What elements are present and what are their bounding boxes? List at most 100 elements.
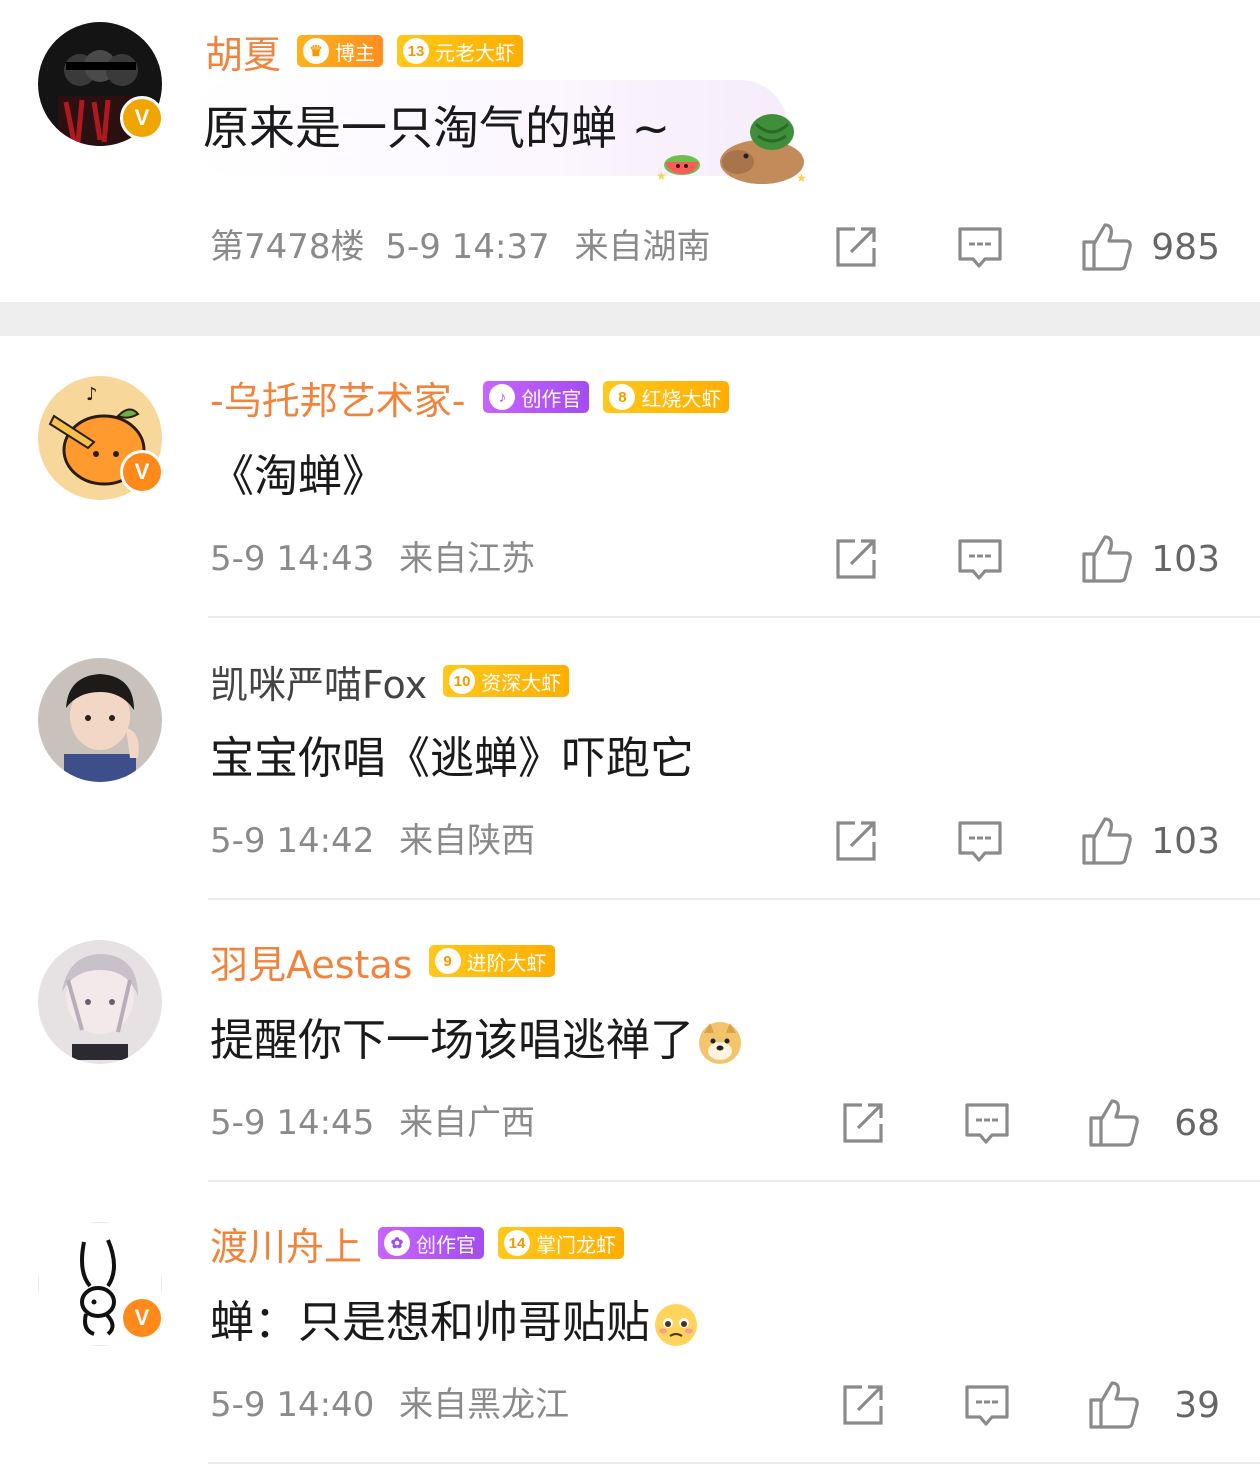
thumbs-up-icon	[1089, 1381, 1139, 1429]
reply-button[interactable]	[957, 536, 1003, 582]
forward-button[interactable]	[833, 818, 879, 864]
forward-button[interactable]	[840, 1382, 886, 1428]
like-button[interactable]: 985	[1081, 222, 1220, 272]
username-row: 胡夏 ♛ 博主 13 元老大虾	[205, 24, 524, 79]
comment-text[interactable]: 宝宝你唱《逃蝉》吓跑它	[210, 722, 694, 786]
level-badge[interactable]: 8 红烧大虾	[603, 381, 730, 413]
meta-row: 5-9 14:40 来自黑龙江 39	[210, 1380, 1220, 1430]
comment-meta: 5-9 14:43 来自江苏	[210, 534, 535, 584]
level-number: 10	[449, 668, 476, 694]
avatar[interactable]	[38, 940, 162, 1064]
forward-button[interactable]	[840, 1100, 886, 1146]
svg-text:♪: ♪	[86, 384, 98, 405]
badge-label: 进阶大虾	[466, 950, 547, 975]
crown-icon: ♛	[303, 38, 330, 64]
like-count: 985	[1151, 226, 1220, 268]
badge-label: 红烧大虾	[641, 386, 722, 411]
reply-button[interactable]	[957, 224, 1003, 270]
svg-text:★: ★	[796, 171, 807, 185]
creator-badge[interactable]: ♪ 创作官	[483, 381, 590, 413]
reply-button[interactable]	[964, 1382, 1010, 1428]
share-icon	[836, 821, 876, 861]
level-badge[interactable]: 10 资深大虾	[443, 665, 570, 697]
reply-button[interactable]	[964, 1100, 1010, 1146]
comment-icon	[958, 539, 1002, 580]
username-row: -乌托邦艺术家- ♪ 创作官 8 红烧大虾	[210, 370, 730, 425]
avatar[interactable]: ♪ V	[38, 376, 164, 500]
verified-badge-icon: V	[120, 1296, 164, 1340]
thumbs-up-icon	[1082, 535, 1133, 583]
timestamp: 5-9 14:37	[385, 227, 550, 267]
like-button[interactable]: 68	[1088, 1098, 1220, 1148]
comment-item: 羽見Aestas 9 进阶大虾 提醒你下一场该唱逃禅了 5-9 14:45 来自…	[0, 900, 1260, 1182]
share-icon	[836, 227, 876, 267]
comment-text[interactable]: 《淘蝉》	[210, 440, 386, 504]
meta-row: 第7478楼 5-9 14:37 来自湖南 985	[210, 222, 1220, 272]
timestamp: 5-9 14:42	[210, 821, 375, 861]
comment-item: ♪ V -乌托邦艺术家- ♪ 创作官 8 红烧大虾 《淘蝉》 5-9 14:43…	[0, 336, 1260, 618]
floor-number: 第7478楼	[210, 227, 365, 267]
meta-row: 5-9 14:45 来自广西 68	[210, 1098, 1220, 1148]
username[interactable]: 胡夏	[205, 24, 281, 79]
comment-text[interactable]: 原来是一只淘气的蝉 ~	[203, 92, 670, 158]
username-row: 渡川舟上 ✿ 创作官 14 掌门龙虾	[210, 1216, 625, 1271]
username[interactable]: 羽見Aestas	[210, 934, 413, 989]
level-number: 9	[434, 948, 461, 974]
avatar-image	[38, 940, 162, 1064]
share-icon	[843, 1385, 883, 1425]
thumbs-up-icon	[1082, 817, 1133, 865]
section-separator	[0, 302, 1260, 336]
like-button[interactable]: 103	[1081, 816, 1220, 866]
username[interactable]: -乌托邦艺术家-	[210, 370, 465, 425]
comment-icon	[958, 227, 1002, 268]
avatar[interactable]: V	[38, 1222, 164, 1346]
comment-icon	[958, 821, 1002, 862]
timestamp: 5-9 14:40	[210, 1385, 375, 1425]
blogger-badge[interactable]: ♛ 博主	[297, 35, 384, 67]
forward-button[interactable]	[833, 224, 879, 270]
reply-button[interactable]	[957, 818, 1003, 864]
comment-meta: 5-9 14:40 来自黑龙江	[210, 1380, 569, 1430]
comment-text[interactable]: 提醒你下一场该唱逃禅了	[210, 1004, 742, 1068]
comment-meta: 5-9 14:45 来自广西	[210, 1098, 535, 1148]
avatar[interactable]: V	[38, 22, 164, 146]
comment-text-content: 提醒你下一场该唱逃禅了	[210, 1015, 694, 1066]
action-bar: 985	[833, 222, 1220, 272]
comment-meta: 第7478楼 5-9 14:37 来自湖南	[210, 222, 710, 272]
avatar[interactable]	[38, 658, 162, 782]
verified-badge-icon: V	[120, 96, 164, 140]
like-count: 103	[1151, 538, 1220, 580]
comment-text-content: 蝉：只是想和帅哥贴贴	[210, 1297, 650, 1348]
location: 来自黑龙江	[399, 1385, 570, 1425]
location: 来自陕西	[399, 821, 536, 861]
comment-text[interactable]: 蝉：只是想和帅哥贴贴	[210, 1286, 698, 1350]
location: 来自江苏	[399, 539, 536, 579]
level-number: 8	[609, 384, 636, 410]
doge-emoji-icon	[699, 1022, 741, 1064]
capybara-watermelon-sticker-icon: ★ ★	[656, 114, 807, 185]
level-number: 13	[403, 38, 430, 64]
thumbs-up-icon	[1089, 1099, 1139, 1147]
svg-text:★: ★	[656, 169, 667, 183]
badge-label: 掌门龙虾	[536, 1232, 617, 1257]
username-row: 凯咪严喵Fox 10 资深大虾	[210, 654, 570, 709]
level-badge[interactable]: 14 掌门龙虾	[498, 1227, 625, 1259]
share-icon	[836, 539, 876, 579]
username[interactable]: 凯咪严喵Fox	[210, 654, 427, 709]
comment-item: V 胡夏 ♛ 博主 13 元老大虾 原来是一只淘气的蝉 ~ ★ ★ 第7478楼…	[0, 0, 1260, 302]
pleading-face-emoji-icon	[655, 1304, 697, 1346]
forward-button[interactable]	[833, 536, 879, 582]
badge-label: 博主	[335, 40, 376, 65]
badge-label: 元老大虾	[435, 40, 516, 65]
badge-label: 创作官	[416, 1232, 477, 1257]
level-badge[interactable]: 13 元老大虾	[397, 35, 524, 67]
username[interactable]: 渡川舟上	[210, 1216, 362, 1271]
level-badge[interactable]: 9 进阶大虾	[428, 945, 555, 977]
badge-label: 创作官	[521, 386, 582, 411]
comment-meta: 5-9 14:42 来自陕西	[210, 816, 535, 866]
like-button[interactable]: 103	[1081, 534, 1220, 584]
like-button[interactable]: 39	[1088, 1380, 1220, 1430]
thumbs-up-icon	[1082, 223, 1133, 271]
creator-badge[interactable]: ✿ 创作官	[378, 1227, 485, 1259]
username-row: 羽見Aestas 9 进阶大虾	[210, 934, 555, 989]
